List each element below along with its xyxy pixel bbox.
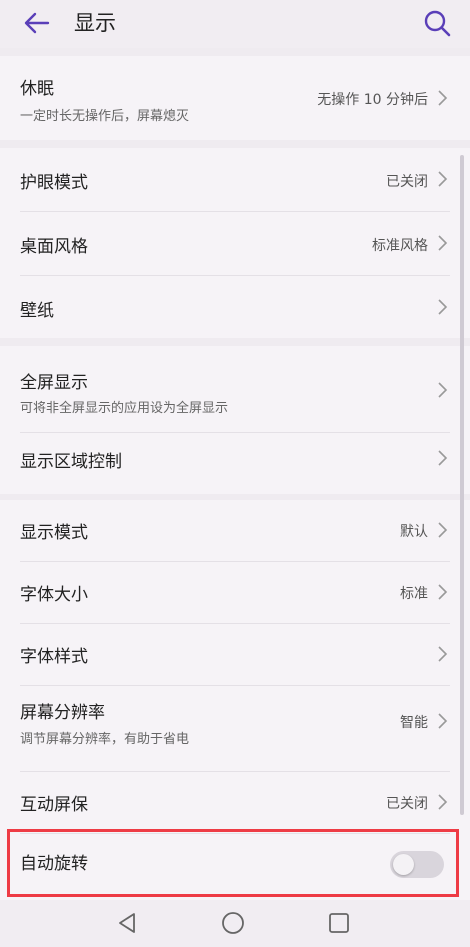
scrollbar[interactable]	[460, 155, 464, 815]
chevron-right-icon	[438, 522, 448, 538]
chevron-right-icon	[438, 299, 448, 315]
search-icon[interactable]	[422, 8, 452, 38]
app-header: 显示	[0, 0, 470, 48]
setting-value: 默认	[400, 524, 428, 540]
setting-value: 标准风格	[372, 238, 428, 254]
setting-label: 护眼模式	[20, 173, 88, 193]
setting-label: 桌面风格	[20, 237, 88, 257]
chevron-right-icon	[438, 382, 448, 398]
setting-screensaver[interactable]: 互动屏保 已关闭	[0, 772, 470, 832]
chevron-right-icon	[438, 584, 448, 600]
system-nav-bar	[0, 900, 470, 947]
chevron-right-icon	[438, 171, 448, 187]
chevron-right-icon	[438, 450, 448, 466]
chevron-right-icon	[438, 90, 448, 106]
setting-label: 休眠	[20, 79, 54, 99]
setting-label: 显示模式	[20, 523, 88, 543]
setting-sleep[interactable]: 休眠 一定时长无操作后，屏幕熄灭 无操作 10 分钟后	[0, 56, 470, 140]
setting-label: 全屏显示	[20, 373, 88, 393]
setting-label: 壁纸	[20, 301, 54, 321]
setting-wallpaper[interactable]: 壁纸	[0, 276, 470, 338]
setting-value: 标准	[400, 586, 428, 602]
setting-full-screen[interactable]: 全屏显示 可将非全屏显示的应用设为全屏显示	[0, 346, 470, 432]
chevron-right-icon	[438, 794, 448, 810]
setting-value: 无操作 10 分钟后	[317, 92, 428, 108]
circle-home-icon[interactable]	[220, 910, 246, 936]
setting-font-size[interactable]: 字体大小 标准	[0, 562, 470, 622]
setting-label: 显示区域控制	[20, 452, 122, 472]
setting-label: 互动屏保	[20, 795, 88, 815]
group-full-screen: 全屏显示 可将非全屏显示的应用设为全屏显示 显示区域控制	[0, 346, 470, 494]
setting-font-style[interactable]: 字体样式	[0, 624, 470, 684]
setting-description: 调节屏幕分辨率，有助于省电	[20, 732, 190, 747]
setting-value: 已关闭	[386, 174, 428, 190]
setting-value: 智能	[400, 715, 428, 731]
page-title: 显示	[74, 11, 116, 35]
highlight-box	[7, 829, 459, 897]
setting-display-area[interactable]: 显示区域控制	[0, 433, 470, 494]
square-recent-icon[interactable]	[326, 910, 352, 936]
setting-display-mode[interactable]: 显示模式 默认	[0, 500, 470, 560]
setting-resolution[interactable]: 屏幕分辨率 调节屏幕分辨率，有助于省电 智能	[0, 686, 470, 770]
chevron-right-icon	[438, 646, 448, 662]
setting-eye-comfort[interactable]: 护眼模式 已关闭	[0, 148, 470, 210]
back-arrow-icon[interactable]	[22, 8, 52, 38]
triangle-back-icon[interactable]	[114, 910, 140, 936]
setting-home-style[interactable]: 桌面风格 标准风格	[0, 212, 470, 274]
setting-label: 字体大小	[20, 585, 88, 605]
setting-description: 一定时长无操作后，屏幕熄灭	[20, 109, 190, 124]
chevron-right-icon	[438, 713, 448, 729]
group-sleep: 休眠 一定时长无操作后，屏幕熄灭 无操作 10 分钟后	[0, 56, 470, 140]
setting-label: 屏幕分辨率	[20, 703, 105, 723]
setting-value: 已关闭	[386, 796, 428, 812]
setting-description: 可将非全屏显示的应用设为全屏显示	[20, 401, 229, 416]
group-eye-home-wallpaper: 护眼模式 已关闭 桌面风格 标准风格 壁纸	[0, 148, 470, 338]
setting-label: 字体样式	[20, 647, 88, 667]
chevron-right-icon	[438, 235, 448, 251]
